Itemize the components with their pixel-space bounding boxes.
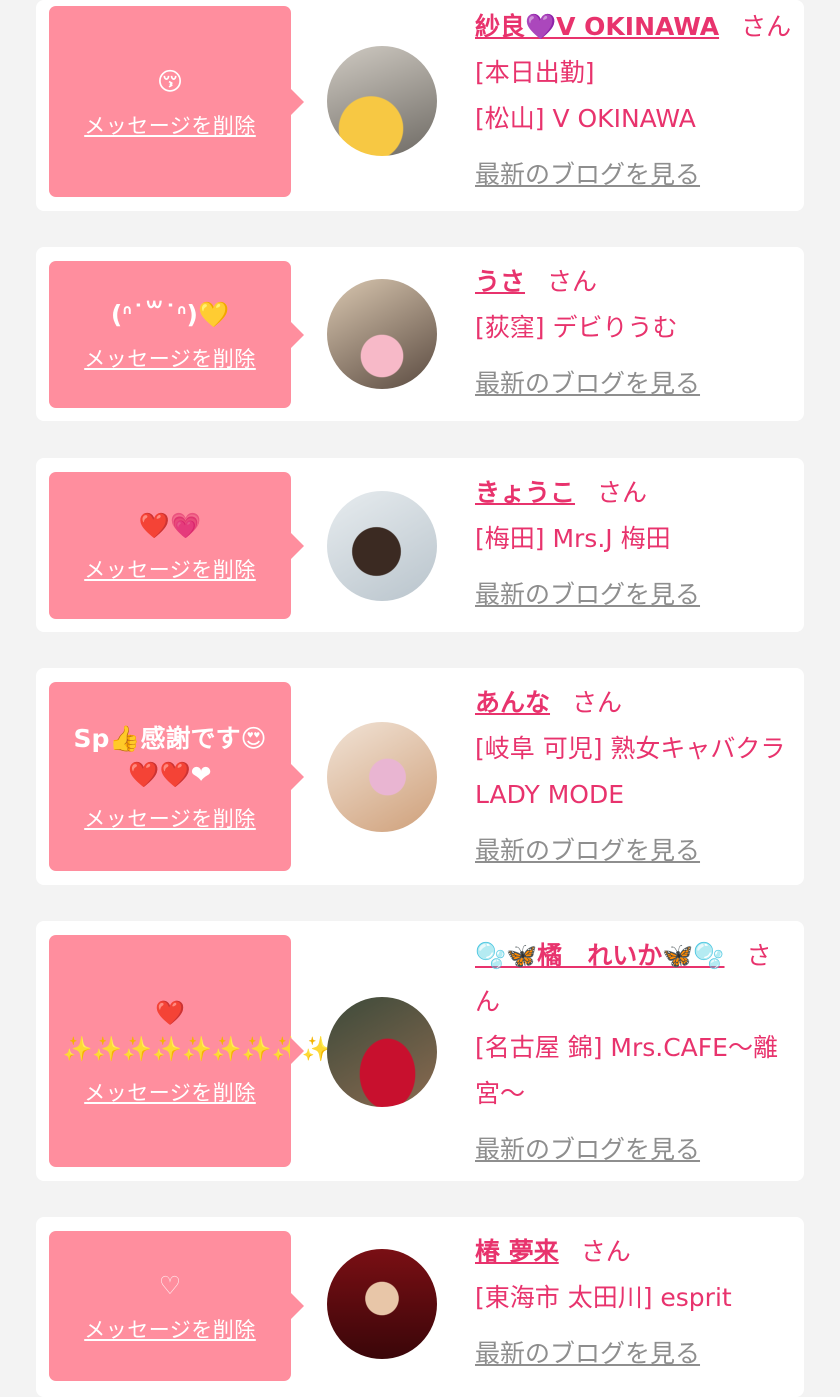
shop-name: [名古屋 錦] Mrs.CAFE〜離宮〜 <box>475 1033 778 1108</box>
delete-message-link[interactable]: メッセージを削除 <box>84 343 256 373</box>
sender-name-link[interactable]: 紗良💜V OKINAWA <box>475 12 719 41</box>
latest-blog-link[interactable]: 最新のブログを見る <box>475 572 795 618</box>
sender-name-link[interactable]: あんな <box>475 688 550 717</box>
delete-message-link[interactable]: メッセージを削除 <box>84 554 256 584</box>
message-text: 😚 <box>156 66 184 96</box>
latest-blog-link[interactable]: 最新のブログを見る <box>475 828 795 874</box>
message-card: (ᐢ˙꒳˙ᐢ)💛 メッセージを削除 うさ さん [荻窪] デビりうむ 最新のブログ… <box>36 247 804 421</box>
sender-name-link[interactable]: きょうこ <box>475 478 575 507</box>
delete-message-link[interactable]: メッセージを削除 <box>84 1314 256 1344</box>
sender-name-link[interactable]: うさ <box>475 267 525 296</box>
message-card: ❤️💗 メッセージを削除 きょうこ さん [梅田] Mrs.J 梅田 最新のブログ… <box>36 458 804 632</box>
message-bubble: (ᐢ˙꒳˙ᐢ)💛 メッセージを削除 <box>49 261 304 408</box>
message-card: 😚 メッセージを削除 紗良💜V OKINAWA さん [本日出勤] [松山] V O… <box>36 0 804 211</box>
latest-blog-link[interactable]: 最新のブログを見る <box>475 1127 795 1173</box>
avatar[interactable] <box>327 46 437 156</box>
delete-message-link[interactable]: メッセージを削除 <box>84 1077 256 1107</box>
latest-blog-link[interactable]: 最新のブログを見る <box>475 1331 795 1377</box>
message-text: ♡ <box>158 1271 182 1300</box>
work-status: [本日出勤] <box>475 58 595 87</box>
avatar[interactable] <box>327 279 437 389</box>
honorific: さん <box>741 12 792 41</box>
message-card: ❤️ ✨✨✨✨✨✨✨✨✨✨ メッセージを削除 🫧🦋橘 れいか🦋🫧 さん [名古屋 … <box>36 921 804 1181</box>
avatar[interactable] <box>327 491 437 601</box>
message-text: Sp👍感謝です😍❤️❤️❤ <box>73 723 267 789</box>
delete-message-link[interactable]: メッセージを削除 <box>84 110 256 140</box>
message-text: (ᐢ˙꒳˙ᐢ)💛 <box>110 299 230 329</box>
sender-name-link[interactable]: 椿 夢来 <box>475 1237 559 1266</box>
shop-name: [東海市 太田川] esprit <box>475 1283 732 1312</box>
honorific: さん <box>597 478 648 507</box>
avatar[interactable] <box>327 1249 437 1359</box>
sender-name-link[interactable]: 🫧🦋橘 れいか🦋🫧 <box>475 941 725 970</box>
shop-name: [荻窪] デビりうむ <box>475 313 678 342</box>
shop-name: [松山] V OKINAWA <box>475 104 696 133</box>
message-card: Sp👍感謝です😍❤️❤️❤ メッセージを削除 あんな さん [岐阜 可児] 熟女キ… <box>36 668 804 885</box>
honorific: さん <box>572 688 623 717</box>
avatar[interactable] <box>327 722 437 832</box>
message-bubble: ❤️ ✨✨✨✨✨✨✨✨✨✨ メッセージを削除 <box>49 935 362 1167</box>
honorific: さん <box>580 1237 631 1266</box>
message-bubble: ♡ メッセージを削除 <box>49 1231 304 1381</box>
latest-blog-link[interactable]: 最新のブログを見る <box>475 361 795 407</box>
latest-blog-link[interactable]: 最新のブログを見る <box>475 152 795 198</box>
message-text: ❤️💗 <box>138 510 202 540</box>
avatar[interactable] <box>327 997 437 1107</box>
message-bubble: Sp👍感謝です😍❤️❤️❤ メッセージを削除 <box>49 682 304 871</box>
delete-message-link[interactable]: メッセージを削除 <box>84 803 256 833</box>
message-bubble: ❤️💗 メッセージを削除 <box>49 472 304 619</box>
honorific: さん <box>547 267 598 296</box>
shop-name: [岐阜 可児] 熟女キャバクラ LADY MODE <box>475 734 786 809</box>
shop-name: [梅田] Mrs.J 梅田 <box>475 524 671 553</box>
message-card: ♡ メッセージを削除 椿 夢来 さん [東海市 太田川] esprit 最新のブロ… <box>36 1217 804 1397</box>
message-text: ❤️ ✨✨✨✨✨✨✨✨✨✨ <box>62 999 362 1063</box>
message-bubble: 😚 メッセージを削除 <box>49 6 304 197</box>
